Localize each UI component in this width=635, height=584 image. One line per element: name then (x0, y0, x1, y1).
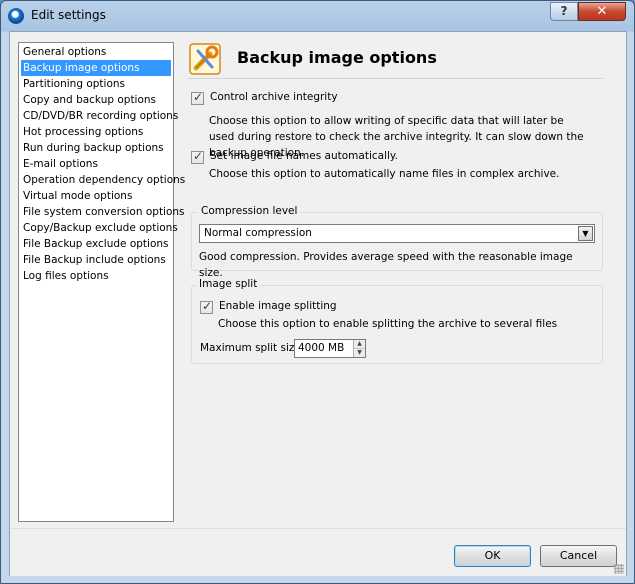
app-icon (8, 8, 24, 24)
max-split-size-input[interactable]: 4000 MB ▲ ▼ (294, 339, 366, 358)
title-bar[interactable]: Edit settings ? ✕ (1, 1, 634, 31)
nav-item-log-files-options[interactable]: Log files options (21, 268, 171, 284)
nav-item-copy-and-backup-options[interactable]: Copy and backup options (21, 92, 171, 108)
resize-grip-icon[interactable] (614, 564, 624, 574)
nav-item-file-backup-exclude-options[interactable]: File Backup exclude options (21, 236, 171, 252)
nav-item-partitioning-options[interactable]: Partitioning options (21, 76, 171, 92)
nav-item-email-options[interactable]: E-mail options (21, 156, 171, 172)
spin-buttons: ▲ ▼ (353, 340, 365, 357)
tools-settings-icon (189, 43, 221, 75)
nav-item-copy-backup-exclude-options[interactable]: Copy/Backup exclude options (21, 220, 178, 236)
settings-category-list[interactable]: General options Backup image options Par… (18, 42, 185, 522)
auto-file-names-checkbox[interactable] (191, 149, 204, 164)
control-archive-integrity-checkbox[interactable] (191, 90, 204, 105)
nav-item-file-system-conversion-options[interactable]: File system conversion options (21, 204, 185, 220)
edit-settings-window: Edit settings ? ✕ General options Backup… (0, 0, 635, 584)
compression-description: Good compression. Provides average speed… (199, 251, 573, 279)
nav-item-file-backup-include-options[interactable]: File Backup include options (21, 252, 171, 268)
window-title: Edit settings (31, 8, 106, 22)
close-button[interactable]: ✕ (578, 2, 626, 21)
nav-item-run-during-backup-options[interactable]: Run during backup options (21, 140, 171, 156)
max-split-size-value: 4000 MB (298, 342, 345, 354)
control-archive-integrity-label[interactable]: Control archive integrity (210, 91, 338, 103)
nav-item-general-options[interactable]: General options (21, 44, 171, 60)
cancel-button[interactable]: Cancel (540, 545, 617, 567)
nav-item-recording-options[interactable]: CD/DVD/BR recording options (21, 108, 178, 124)
nav-item-virtual-mode-options[interactable]: Virtual mode options (21, 188, 171, 204)
header-divider (188, 78, 603, 79)
image-splitting-description: Choose this option to enable splitting t… (218, 318, 558, 330)
compression-level-value: Normal compression (204, 227, 312, 239)
chevron-down-icon[interactable]: ▼ (578, 226, 593, 241)
dialog-content: General options Backup image options Par… (9, 31, 627, 576)
help-button[interactable]: ? (550, 2, 578, 21)
auto-file-names-label[interactable]: Set image file names automatically. (210, 150, 398, 162)
spin-down-icon[interactable]: ▼ (354, 348, 365, 356)
enable-image-splitting-label[interactable]: Enable image splitting (219, 300, 337, 312)
spin-up-icon[interactable]: ▲ (354, 340, 365, 348)
ok-button[interactable]: OK (454, 545, 531, 567)
dialog-footer: OK Cancel (10, 528, 626, 576)
compression-level-select[interactable]: Normal compression ▼ (199, 224, 595, 243)
compression-level-title: Compression level (198, 205, 301, 217)
nav-item-hot-processing-options[interactable]: Hot processing options (21, 124, 171, 140)
nav-item-backup-image-options[interactable]: Backup image options (21, 60, 171, 76)
image-split-title: Image split (196, 278, 261, 290)
nav-item-operation-dependency-options[interactable]: Operation dependency options (21, 172, 185, 188)
page-title: Backup image options (237, 48, 437, 67)
enable-image-splitting-checkbox[interactable] (200, 299, 213, 314)
max-split-size-label: Maximum split size: (200, 342, 305, 354)
auto-file-names-description: Choose this option to automatically name… (209, 168, 560, 180)
